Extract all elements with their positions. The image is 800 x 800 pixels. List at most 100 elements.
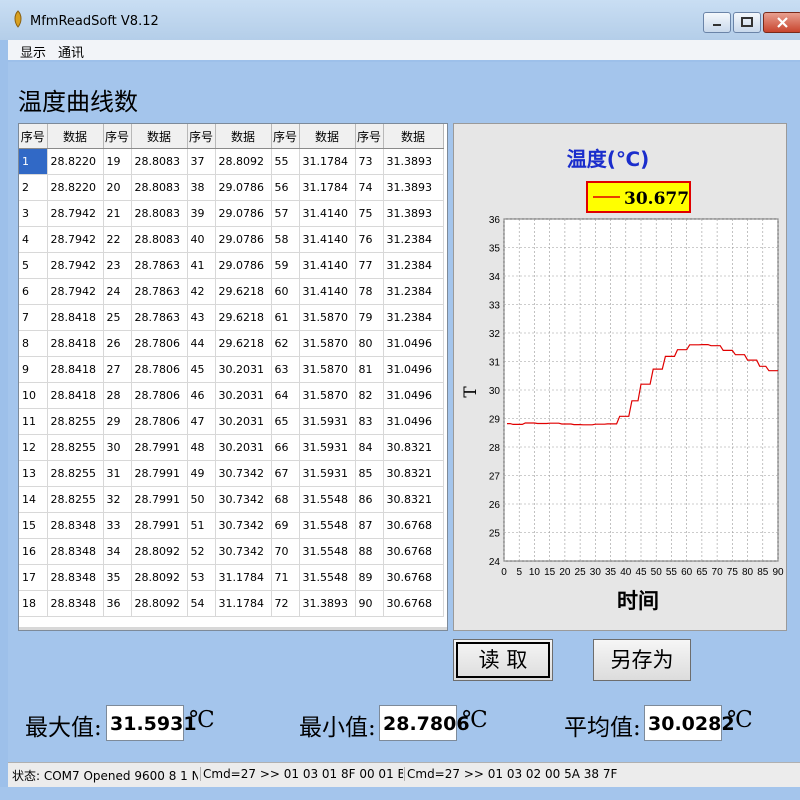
table-cell-index[interactable]: 87 — [355, 512, 384, 539]
table-cell-value[interactable]: 28.8092 — [131, 538, 188, 565]
table-cell-index[interactable]: 5 — [19, 252, 48, 279]
table-cell-index[interactable]: 73 — [355, 148, 384, 175]
table-cell-value[interactable]: 31.2384 — [383, 304, 444, 331]
table-row[interactable]: 15 28.8348 33 28.7991 51 30.7342 69 31.5548 87 30… — [19, 512, 444, 539]
table-cell-index[interactable]: 7 — [19, 304, 48, 331]
table-cell-value[interactable]: 31.1784 — [299, 148, 356, 175]
table-cell-index[interactable]: 3 — [19, 200, 48, 227]
menu-item-display[interactable]: 显示 — [20, 42, 46, 61]
table-cell-value[interactable]: 31.5931 — [299, 408, 356, 435]
table-row[interactable]: 13 28.8255 31 28.7991 49 30.7342 67 31.5931 85 30… — [19, 460, 444, 487]
column-header-index[interactable]: 序号 — [271, 124, 300, 149]
table-cell-index[interactable]: 38 — [187, 174, 216, 201]
table-cell-value[interactable]: 28.7991 — [131, 460, 188, 487]
table-cell-index[interactable]: 48 — [187, 434, 216, 461]
table-cell-index[interactable]: 81 — [355, 356, 384, 383]
column-header-index[interactable]: 序号 — [355, 124, 384, 149]
table-row[interactable]: 17 28.8348 35 28.8092 53 31.1784 71 31.5548 89 30… — [19, 564, 444, 591]
table-cell-index[interactable]: 36 — [103, 590, 132, 617]
table-cell-index[interactable]: 26 — [103, 330, 132, 357]
table-cell-value[interactable]: 28.8348 — [47, 512, 104, 539]
table-cell-value[interactable]: 28.8418 — [47, 382, 104, 409]
table-cell-index[interactable]: 53 — [187, 564, 216, 591]
table-cell-value[interactable]: 31.1784 — [215, 590, 272, 617]
table-cell-value[interactable]: 29.6218 — [215, 278, 272, 305]
table-cell-value[interactable]: 28.8255 — [47, 460, 104, 487]
table-cell-value[interactable]: 30.8321 — [383, 486, 444, 513]
column-header-value[interactable]: 数据 — [131, 124, 188, 149]
table-cell-value[interactable]: 28.8092 — [131, 564, 188, 591]
table-cell-index[interactable]: 85 — [355, 460, 384, 487]
table-cell-value[interactable]: 28.8348 — [47, 564, 104, 591]
table-row[interactable]: 8 28.8418 26 28.7806 44 29.6218 62 31.5870 80 31.… — [19, 330, 444, 357]
table-cell-index[interactable]: 58 — [271, 226, 300, 253]
table-cell-index[interactable]: 54 — [187, 590, 216, 617]
table-cell-value[interactable]: 29.0786 — [215, 200, 272, 227]
table-cell-value[interactable]: 31.5870 — [299, 304, 356, 331]
table-row[interactable]: 4 28.7942 22 28.8083 40 29.0786 58 31.4140 76 31.… — [19, 226, 444, 253]
table-cell-value[interactable]: 31.0496 — [383, 356, 444, 383]
table-cell-index[interactable]: 63 — [271, 356, 300, 383]
table-cell-value[interactable]: 31.5870 — [299, 356, 356, 383]
table-cell-index[interactable]: 18 — [19, 590, 48, 617]
table-cell-index[interactable]: 68 — [271, 486, 300, 513]
table-cell-value[interactable]: 31.0496 — [383, 408, 444, 435]
table-cell-value[interactable]: 29.0786 — [215, 252, 272, 279]
table-cell-index[interactable]: 70 — [271, 538, 300, 565]
table-cell-value[interactable]: 31.5548 — [299, 512, 356, 539]
table-cell-value[interactable]: 28.7806 — [131, 408, 188, 435]
table-cell-value[interactable]: 28.8418 — [47, 330, 104, 357]
table-cell-value[interactable]: 31.5548 — [299, 564, 356, 591]
table-cell-index[interactable]: 20 — [103, 174, 132, 201]
table-cell-index[interactable]: 84 — [355, 434, 384, 461]
table-cell-index[interactable]: 24 — [103, 278, 132, 305]
table-row[interactable]: 1 28.8220 19 28.8083 37 28.8092 55 31.1784 73 31.… — [19, 148, 444, 175]
table-cell-index[interactable]: 22 — [103, 226, 132, 253]
table-cell-index[interactable]: 2 — [19, 174, 48, 201]
table-cell-index[interactable]: 86 — [355, 486, 384, 513]
table-cell-index[interactable]: 76 — [355, 226, 384, 253]
table-cell-index[interactable]: 43 — [187, 304, 216, 331]
table-cell-value[interactable]: 31.2384 — [383, 278, 444, 305]
table-cell-value[interactable]: 31.4140 — [299, 252, 356, 279]
table-cell-value[interactable]: 31.5548 — [299, 538, 356, 565]
table-cell-value[interactable]: 31.5931 — [299, 460, 356, 487]
table-cell-value[interactable]: 30.7342 — [215, 486, 272, 513]
table-cell-value[interactable]: 30.6768 — [383, 538, 444, 565]
table-cell-index[interactable]: 47 — [187, 408, 216, 435]
table-cell-index[interactable]: 79 — [355, 304, 384, 331]
table-cell-index[interactable]: 11 — [19, 408, 48, 435]
min-value-field[interactable]: 28.7806 — [379, 705, 470, 741]
table-cell-index[interactable]: 60 — [271, 278, 300, 305]
table-cell-value[interactable]: 30.6768 — [383, 564, 444, 591]
table-cell-index[interactable]: 25 — [103, 304, 132, 331]
table-cell-index[interactable]: 74 — [355, 174, 384, 201]
max-value-field[interactable]: 31.5931 — [106, 705, 197, 741]
table-cell-value[interactable]: 30.7342 — [215, 512, 272, 539]
table-cell-index[interactable]: 13 — [19, 460, 48, 487]
table-cell-index[interactable]: 44 — [187, 330, 216, 357]
maximize-button[interactable] — [733, 12, 761, 33]
table-cell-value[interactable]: 28.8418 — [47, 356, 104, 383]
table-cell-index[interactable]: 59 — [271, 252, 300, 279]
table-row[interactable]: 2 28.8220 20 28.8083 38 29.0786 56 31.1784 74 31.… — [19, 174, 444, 201]
table-cell-index[interactable]: 16 — [19, 538, 48, 565]
table-cell-index[interactable]: 64 — [271, 382, 300, 409]
table-cell-index[interactable]: 57 — [271, 200, 300, 227]
table-cell-value[interactable]: 31.0496 — [383, 330, 444, 357]
table-cell-value[interactable]: 28.8348 — [47, 538, 104, 565]
table-cell-index[interactable]: 82 — [355, 382, 384, 409]
table-cell-value[interactable]: 29.0786 — [215, 174, 272, 201]
table-cell-value[interactable]: 31.2384 — [383, 252, 444, 279]
table-cell-index[interactable]: 35 — [103, 564, 132, 591]
table-row[interactable]: 10 28.8418 28 28.7806 46 30.2031 64 31.5870 82 31… — [19, 382, 444, 409]
table-cell-value[interactable]: 31.0496 — [383, 382, 444, 409]
table-cell-index[interactable]: 27 — [103, 356, 132, 383]
table-cell-value[interactable]: 28.7942 — [47, 252, 104, 279]
table-row[interactable]: 18 28.8348 36 28.8092 54 31.1784 72 31.3893 90 30… — [19, 590, 444, 617]
table-cell-index[interactable]: 72 — [271, 590, 300, 617]
table-cell-index[interactable]: 14 — [19, 486, 48, 513]
table-cell-index[interactable]: 78 — [355, 278, 384, 305]
table-cell-index[interactable]: 23 — [103, 252, 132, 279]
table-cell-value[interactable]: 31.2384 — [383, 226, 444, 253]
